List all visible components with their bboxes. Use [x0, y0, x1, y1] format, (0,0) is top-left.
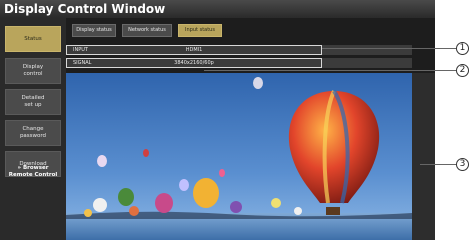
input-row: INPUT HDMI1: [66, 45, 322, 55]
window-title: Display Control Window: [4, 2, 166, 16]
signal-row: SIGNAL 3840x2160/60p: [66, 58, 322, 68]
title-bar: Display Control Window: [0, 0, 435, 18]
display-control-window: Display Control Window Status Display co…: [0, 0, 435, 240]
sidebar-item-display-control[interactable]: Display control: [5, 58, 61, 84]
sidebar-item-change-password[interactable]: Change password: [5, 120, 61, 146]
preview-side-panel: [412, 73, 435, 240]
callout-2: 2: [456, 64, 469, 77]
input-preview-image: [66, 73, 412, 240]
tab-display-status[interactable]: Display status: [72, 24, 116, 37]
callout-3-leader: [420, 164, 456, 165]
input-value: HDMI1: [185, 47, 203, 53]
callout-2-leader: [204, 70, 456, 71]
sidebar-item-browser-remote-control[interactable]: » Browser Remote Control: [5, 154, 61, 190]
callout-1: 1: [456, 42, 469, 55]
sidebar-item-detailed-set-up[interactable]: Detailed set up: [5, 89, 61, 115]
sidebar: Status Display control Detailed set up C…: [0, 18, 66, 240]
signal-row-extension: [322, 58, 412, 68]
preview-picture: [66, 73, 412, 240]
tab-input-status[interactable]: Input status: [178, 24, 222, 37]
callout-3: 3: [456, 158, 469, 171]
callout-1-leader: [322, 48, 456, 49]
input-row-extension: [322, 45, 412, 55]
tab-network-status[interactable]: Network status: [122, 24, 172, 37]
sidebar-item-status[interactable]: Status: [5, 26, 61, 52]
signal-value: 3840x2160/60p: [174, 60, 214, 66]
